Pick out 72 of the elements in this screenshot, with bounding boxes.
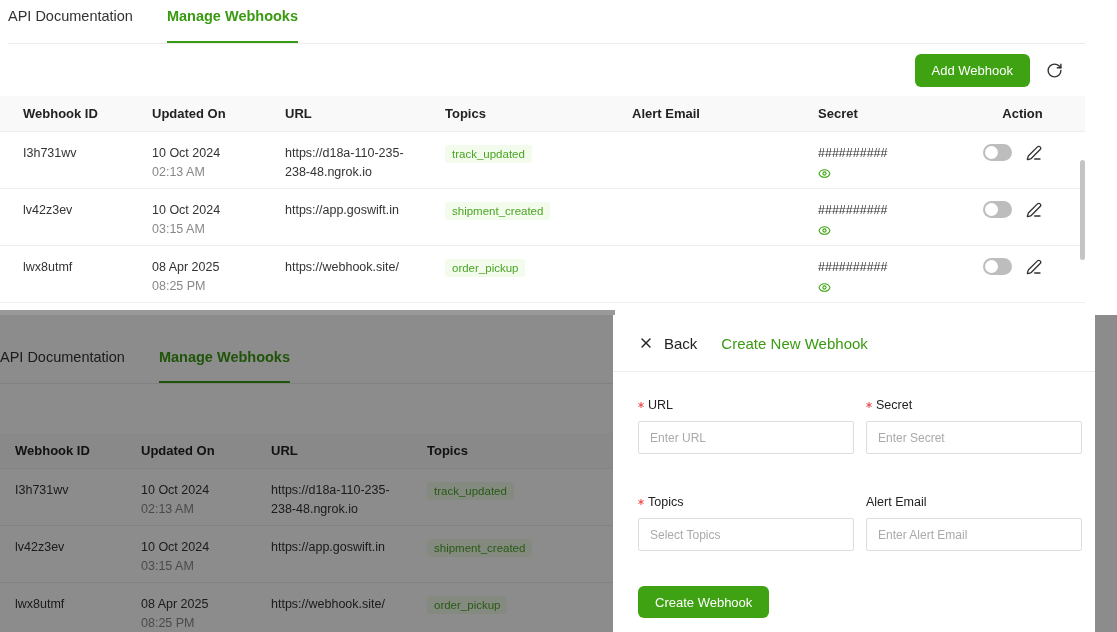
input-field[interactable]: Select Topics	[638, 518, 854, 551]
topic-tag: order_pickup	[427, 596, 508, 614]
url-text: https://d18a-110-235-238-48.ngrok.io	[271, 482, 391, 518]
create-webhook-button[interactable]: Create Webhook	[638, 586, 770, 618]
topic-tag: order_pickup	[445, 259, 526, 277]
time-text: 03:15 AM	[141, 558, 194, 575]
input-field[interactable]: Enter URL	[638, 421, 854, 454]
column-header: Webhook ID	[15, 443, 91, 458]
column-header: Alert Email	[632, 106, 701, 121]
column-header: Updated On	[141, 443, 216, 458]
scrollbar[interactable]	[0, 310, 615, 315]
table-cell-text: I3h731wv	[15, 482, 70, 499]
tab[interactable]: API Documentation	[0, 349, 125, 383]
time-text: 08:25 PM	[152, 278, 206, 295]
column-header: Action	[1001, 106, 1044, 121]
tab[interactable]: Manage Webhooks	[166, 8, 298, 43]
input-field[interactable]: Enter Secret	[866, 421, 1082, 454]
edit-icon[interactable]	[1026, 201, 1042, 218]
date-text: 08 Apr 2025	[152, 259, 220, 276]
date-text: 10 Oct 2024	[152, 145, 221, 162]
refresh-icon[interactable]	[1046, 61, 1063, 79]
url-text: https://webhook.site/	[285, 259, 400, 276]
url-text: https://d18a-110-235-238-48.ngrok.io	[285, 145, 405, 181]
url-text: https://webhook.site/	[271, 596, 386, 613]
tab[interactable]: Manage Webhooks	[158, 349, 290, 383]
date-text: 10 Oct 2024	[141, 539, 210, 556]
eye-icon[interactable]	[818, 224, 831, 237]
table-cell-text: I3h731wv	[23, 145, 78, 162]
date-text: 10 Oct 2024	[152, 202, 221, 219]
column-header: Webhook ID	[23, 106, 99, 121]
url-text: https://app.goswift.in	[271, 539, 386, 556]
date-text: 08 Apr 2025	[141, 596, 209, 613]
table-cell-text: lwx8utmf	[23, 259, 74, 276]
field-label: URL	[648, 398, 673, 412]
url-text: https://app.goswift.in	[285, 202, 400, 219]
time-text: 03:15 AM	[152, 221, 205, 238]
field-label: Secret	[876, 398, 913, 412]
eye-icon[interactable]	[818, 281, 831, 294]
table-cell-text: lwx8utmf	[15, 596, 66, 613]
secret-text: ##########	[818, 202, 888, 219]
column-header: Secret	[818, 106, 859, 121]
edit-icon[interactable]	[1026, 258, 1042, 275]
scrollbar[interactable]	[1080, 160, 1085, 260]
time-text: 08:25 PM	[141, 615, 195, 632]
column-header: Topics	[445, 106, 487, 121]
eye-icon[interactable]	[818, 167, 831, 180]
secret-text: ##########	[818, 259, 888, 276]
field-label: Topics	[648, 495, 684, 509]
topic-tag: shipment_created	[427, 539, 533, 557]
topic-tag: track_updated	[445, 145, 532, 163]
column-header: Updated On	[152, 106, 227, 121]
time-text: 02:13 AM	[141, 501, 194, 518]
field-label: Alert Email	[866, 495, 927, 509]
add-webhook-button[interactable]: Add Webhook	[914, 53, 1030, 87]
tab[interactable]: API Documentation	[8, 8, 133, 43]
table-cell-text: lv42z3ev	[23, 202, 74, 219]
edit-icon[interactable]	[1026, 144, 1042, 161]
input-field[interactable]: Enter Alert Email	[866, 518, 1082, 551]
toggle-switch[interactable]	[983, 144, 1012, 161]
column-header: Topics	[427, 443, 469, 458]
column-header: URL	[271, 443, 299, 458]
time-text: 02:13 AM	[152, 164, 205, 181]
toggle-switch[interactable]	[983, 201, 1012, 218]
date-text: 10 Oct 2024	[141, 482, 210, 499]
table-cell-text: lv42z3ev	[15, 539, 66, 556]
secret-text: ##########	[818, 145, 888, 162]
drawer-title: Create New Webhook	[721, 334, 868, 352]
column-header: URL	[285, 106, 313, 121]
back-button[interactable]: Back	[638, 334, 698, 352]
topic-tag: track_updated	[427, 482, 514, 500]
toggle-switch[interactable]	[983, 258, 1012, 275]
topic-tag: shipment_created	[445, 202, 551, 220]
